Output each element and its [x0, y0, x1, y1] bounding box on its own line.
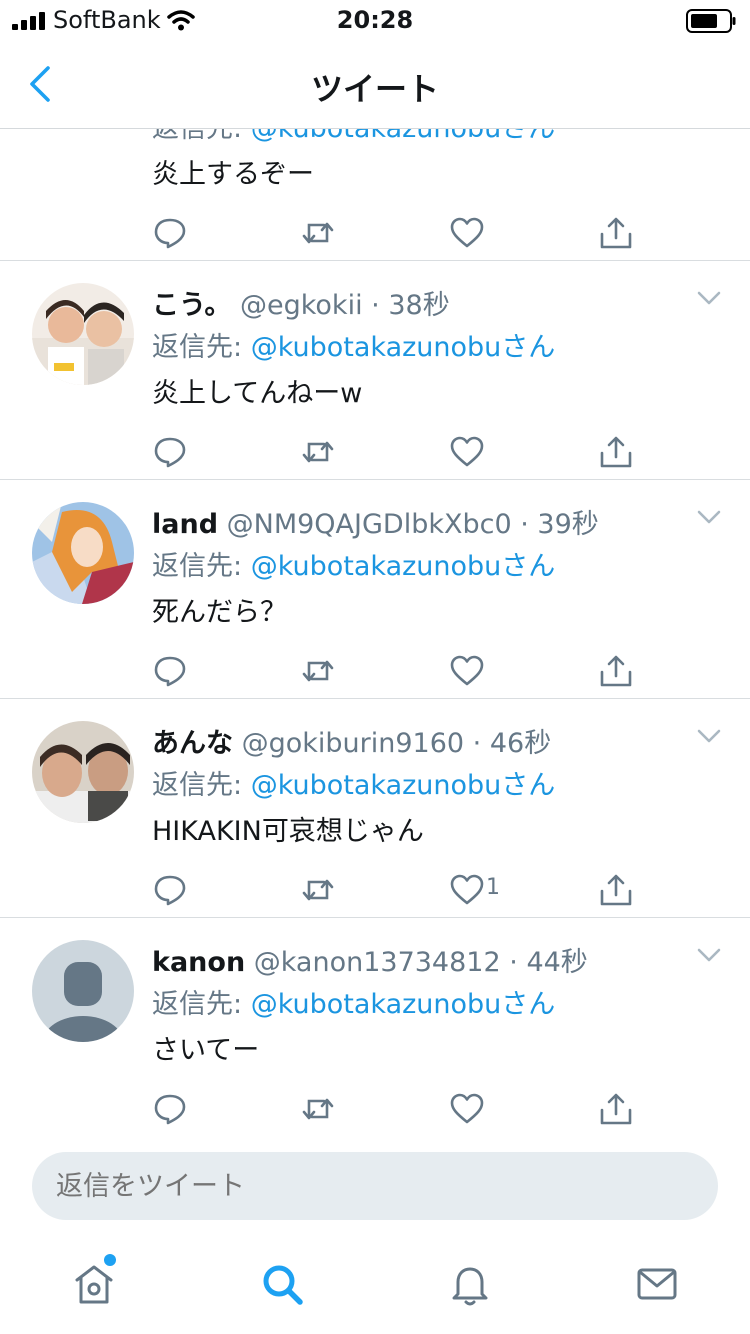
share-icon[interactable]: [598, 435, 634, 469]
mention-link[interactable]: @kubotakazunobuさん: [251, 551, 556, 582]
user-handle[interactable]: @gokiburin9160: [242, 728, 464, 759]
anime-avatar-icon: [32, 502, 134, 604]
reply-icon[interactable]: [152, 435, 188, 469]
display-name[interactable]: kanon: [152, 947, 245, 978]
tweet-text: 炎上してんねーw: [152, 378, 363, 409]
user-handle[interactable]: @NM9QAJGDlbkXbc0: [227, 509, 512, 540]
reply-composer-bar: [0, 1136, 750, 1236]
navigation-bar: ツイート: [0, 42, 750, 129]
timestamp: 39秒: [537, 509, 599, 540]
status-bar: SoftBank 20:28: [0, 0, 750, 42]
avatar[interactable]: [32, 940, 134, 1042]
tweet-row[interactable]: こう。 @egkokii · 38秒 返信先: @kubotakazunobuさ…: [0, 261, 750, 480]
display-name[interactable]: land: [152, 509, 218, 540]
default-avatar-icon: [32, 940, 134, 1042]
tweet-text: HIKAKIN可哀想じゃん: [152, 816, 424, 847]
reply-icon[interactable]: [152, 654, 188, 688]
retweet-icon[interactable]: [300, 873, 336, 907]
display-name[interactable]: あんな: [152, 728, 233, 759]
chevron-down-icon[interactable]: [697, 729, 721, 743]
timestamp: 46秒: [489, 728, 552, 759]
like-icon[interactable]: [449, 435, 485, 469]
chevron-down-icon[interactable]: [697, 510, 721, 524]
retweet-icon[interactable]: [300, 654, 336, 688]
search-icon[interactable]: [260, 1262, 304, 1306]
share-icon[interactable]: [598, 216, 634, 250]
reply-list[interactable]: 返信先: @kubotakazunobuさん 炎上するぞー: [0, 42, 750, 1136]
chevron-down-icon[interactable]: [697, 291, 721, 305]
like-icon[interactable]: [449, 1092, 485, 1126]
tweet-text: さいてー: [152, 1035, 260, 1066]
timestamp: 44秒: [526, 947, 588, 978]
share-icon[interactable]: [598, 654, 634, 688]
user-handle[interactable]: @egkokii: [240, 290, 363, 321]
reply-to-line: 返信先: @kubotakazunobuさん: [152, 989, 556, 1020]
like-icon[interactable]: [449, 216, 485, 250]
tweet-row[interactable]: kanon @kanon13734812 · 44秒 返信先: @kubotak…: [0, 918, 750, 1136]
reply-to-line: 返信先: @kubotakazunobuさん: [152, 551, 556, 582]
home-icon[interactable]: [72, 1262, 116, 1306]
photo-avatar-icon: [32, 721, 134, 823]
share-icon[interactable]: [598, 873, 634, 907]
retweet-icon[interactable]: [300, 216, 336, 250]
tweet-header: こう。 @egkokii · 38秒: [152, 290, 450, 321]
reply-to-line: 返信先: @kubotakazunobuさん: [152, 770, 556, 801]
tweet-text: 炎上するぞー: [152, 159, 314, 190]
reply-to-line: 返信先: @kubotakazunobuさん: [152, 332, 556, 363]
battery-icon: [686, 9, 736, 33]
mention-link[interactable]: @kubotakazunobuさん: [251, 332, 556, 363]
status-time: 20:28: [336, 6, 414, 34]
messages-envelope-icon[interactable]: [635, 1262, 679, 1306]
like-icon[interactable]: [449, 654, 485, 688]
tab-bar: [0, 1236, 750, 1334]
avatar[interactable]: [32, 283, 134, 385]
mention-link[interactable]: @kubotakazunobuさん: [251, 770, 556, 801]
reply-icon[interactable]: [152, 873, 188, 907]
page-title: ツイート: [310, 70, 439, 108]
retweet-icon[interactable]: [300, 435, 336, 469]
retweet-icon[interactable]: [300, 1092, 336, 1126]
notifications-bell-icon[interactable]: [448, 1262, 492, 1306]
tweet-text: 死んだら？: [152, 597, 287, 628]
reply-icon[interactable]: [152, 1092, 188, 1126]
tweet-header: kanon @kanon13734812 · 44秒: [152, 947, 588, 978]
like-count: 1: [486, 875, 500, 900]
share-icon[interactable]: [598, 1092, 634, 1126]
tweet-row[interactable]: あんな @gokiburin9160 · 46秒 返信先: @kubotakaz…: [0, 699, 750, 918]
chevron-down-icon[interactable]: [697, 948, 721, 962]
avatar[interactable]: [32, 721, 134, 823]
tweet-header: あんな @gokiburin9160 · 46秒: [152, 728, 552, 759]
timestamp: 38秒: [388, 290, 450, 321]
avatar[interactable]: [32, 502, 134, 604]
reply-input[interactable]: [32, 1152, 718, 1220]
tweet-header: land @NM9QAJGDlbkXbc0 · 39秒: [152, 509, 599, 540]
home-unread-dot: [104, 1254, 116, 1266]
user-handle[interactable]: @kanon13734812: [254, 947, 501, 978]
tweet-row[interactable]: land @NM9QAJGDlbkXbc0 · 39秒 返信先: @kubota…: [0, 480, 750, 699]
reply-icon[interactable]: [152, 216, 188, 250]
like-icon[interactable]: [449, 873, 485, 907]
display-name[interactable]: こう。: [152, 290, 231, 321]
mention-link[interactable]: @kubotakazunobuさん: [251, 989, 556, 1020]
photo-avatar-icon: [32, 283, 134, 385]
